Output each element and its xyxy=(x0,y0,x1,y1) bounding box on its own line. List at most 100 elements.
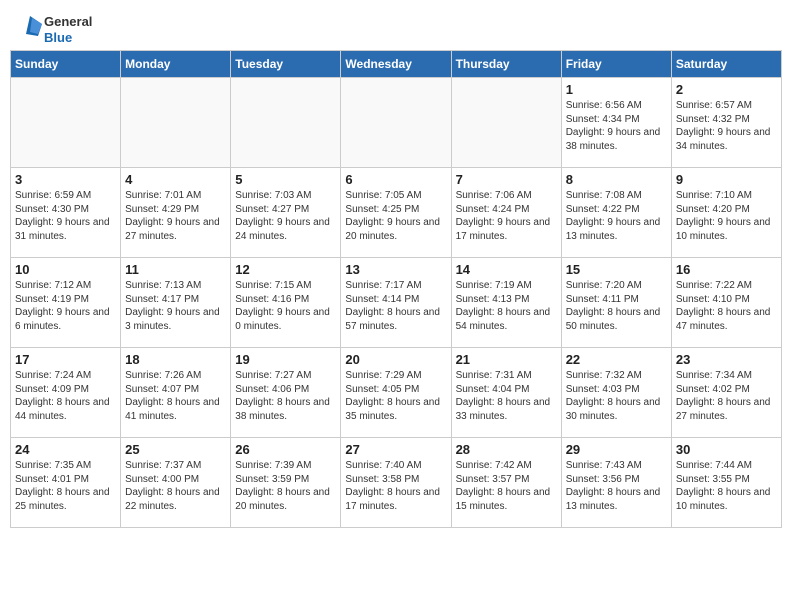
day-info: Sunrise: 7:32 AM Sunset: 4:03 PM Dayligh… xyxy=(566,369,667,423)
day-cell: 15 Sunrise: 7:20 AM Sunset: 4:11 PM Dayli… xyxy=(561,258,671,348)
day-cell: 26 Sunrise: 7:39 AM Sunset: 3:59 PM Dayli… xyxy=(231,438,341,528)
day-info: Sunrise: 7:24 AM Sunset: 4:09 PM Dayligh… xyxy=(15,369,116,423)
day-cell: 5 Sunrise: 7:03 AM Sunset: 4:27 PM Daylig… xyxy=(231,168,341,258)
header-cell-thursday: Thursday xyxy=(451,51,561,78)
day-cell: 22 Sunrise: 7:32 AM Sunset: 4:03 PM Dayli… xyxy=(561,348,671,438)
day-number: 17 xyxy=(15,352,116,367)
header-cell-sunday: Sunday xyxy=(11,51,121,78)
day-cell xyxy=(121,78,231,168)
day-cell: 19Sunrise: 7:27 AM Sunset: 4:06 PM Dayli… xyxy=(231,348,341,438)
day-number: 8 xyxy=(566,172,667,187)
week-row-0: 1 Sunrise: 6:56 AM Sunset: 4:34 PM Daylig… xyxy=(11,78,782,168)
day-cell: 30 Sunrise: 7:44 AM Sunset: 3:55 PM Dayli… xyxy=(671,438,781,528)
day-info: Sunrise: 7:22 AM Sunset: 4:10 PM Dayligh… xyxy=(676,279,777,333)
day-number: 26 xyxy=(235,442,336,457)
day-number: 23 xyxy=(676,352,777,367)
day-number: 15 xyxy=(566,262,667,277)
day-cell: 25 Sunrise: 7:37 AM Sunset: 4:00 PM Dayli… xyxy=(121,438,231,528)
day-number: 28 xyxy=(456,442,557,457)
header-cell-saturday: Saturday xyxy=(671,51,781,78)
day-number: 3 xyxy=(15,172,116,187)
day-info: Sunrise: 7:39 AM Sunset: 3:59 PM Dayligh… xyxy=(235,459,336,513)
day-info: Sunrise: 7:31 AM Sunset: 4:04 PM Dayligh… xyxy=(456,369,557,423)
day-cell: 17 Sunrise: 7:24 AM Sunset: 4:09 PM Dayli… xyxy=(11,348,121,438)
day-info: Sunrise: 7:40 AM Sunset: 3:58 PM Dayligh… xyxy=(345,459,446,513)
day-cell xyxy=(341,78,451,168)
week-row-2: 10 Sunrise: 7:12 AM Sunset: 4:19 PM Dayli… xyxy=(11,258,782,348)
day-info: Sunrise: 7:35 AM Sunset: 4:01 PM Dayligh… xyxy=(15,459,116,513)
day-info: Sunrise: 6:57 AM Sunset: 4:32 PM Dayligh… xyxy=(676,99,777,153)
day-cell xyxy=(451,78,561,168)
day-cell: 29 Sunrise: 7:43 AM Sunset: 3:56 PM Dayli… xyxy=(561,438,671,528)
day-info: Sunrise: 7:08 AM Sunset: 4:22 PM Dayligh… xyxy=(566,189,667,243)
day-info: Sunrise: 7:06 AM Sunset: 4:24 PM Dayligh… xyxy=(456,189,557,243)
day-info: Sunrise: 7:43 AM Sunset: 3:56 PM Dayligh… xyxy=(566,459,667,513)
header-cell-friday: Friday xyxy=(561,51,671,78)
day-info: Sunrise: 7:44 AM Sunset: 3:55 PM Dayligh… xyxy=(676,459,777,513)
day-info: Sunrise: 7:12 AM Sunset: 4:19 PM Dayligh… xyxy=(15,279,116,333)
header-cell-monday: Monday xyxy=(121,51,231,78)
day-cell: 28 Sunrise: 7:42 AM Sunset: 3:57 PM Dayli… xyxy=(451,438,561,528)
calendar-table: SundayMondayTuesdayWednesdayThursdayFrid… xyxy=(10,50,782,528)
week-row-1: 3 Sunrise: 6:59 AM Sunset: 4:30 PM Daylig… xyxy=(11,168,782,258)
day-info: Sunrise: 7:27 AM Sunset: 4:06 PM Dayligh… xyxy=(235,369,336,423)
day-info: Sunrise: 7:37 AM Sunset: 4:00 PM Dayligh… xyxy=(125,459,226,513)
header-cell-wednesday: Wednesday xyxy=(341,51,451,78)
day-info: Sunrise: 7:10 AM Sunset: 4:20 PM Dayligh… xyxy=(676,189,777,243)
day-number: 7 xyxy=(456,172,557,187)
day-number: 2 xyxy=(676,82,777,97)
day-number: 6 xyxy=(345,172,446,187)
logo-blue: Blue xyxy=(44,30,92,46)
week-row-4: 24Sunrise: 7:35 AM Sunset: 4:01 PM Dayli… xyxy=(11,438,782,528)
day-number: 13 xyxy=(345,262,446,277)
day-number: 21 xyxy=(456,352,557,367)
day-info: Sunrise: 7:29 AM Sunset: 4:05 PM Dayligh… xyxy=(345,369,446,423)
day-info: Sunrise: 7:03 AM Sunset: 4:27 PM Dayligh… xyxy=(235,189,336,243)
day-cell: 1 Sunrise: 6:56 AM Sunset: 4:34 PM Daylig… xyxy=(561,78,671,168)
day-cell: 4 Sunrise: 7:01 AM Sunset: 4:29 PM Daylig… xyxy=(121,168,231,258)
day-cell: 9 Sunrise: 7:10 AM Sunset: 4:20 PM Daylig… xyxy=(671,168,781,258)
day-number: 12 xyxy=(235,262,336,277)
day-info: Sunrise: 7:01 AM Sunset: 4:29 PM Dayligh… xyxy=(125,189,226,243)
header: General Blue xyxy=(10,10,782,46)
day-cell: 6 Sunrise: 7:05 AM Sunset: 4:25 PM Daylig… xyxy=(341,168,451,258)
day-info: Sunrise: 6:56 AM Sunset: 4:34 PM Dayligh… xyxy=(566,99,667,153)
header-cell-tuesday: Tuesday xyxy=(231,51,341,78)
calendar-body: 1 Sunrise: 6:56 AM Sunset: 4:34 PM Daylig… xyxy=(11,78,782,528)
day-cell: 20 Sunrise: 7:29 AM Sunset: 4:05 PM Dayli… xyxy=(341,348,451,438)
day-info: Sunrise: 7:20 AM Sunset: 4:11 PM Dayligh… xyxy=(566,279,667,333)
day-cell: 2 Sunrise: 6:57 AM Sunset: 4:32 PM Daylig… xyxy=(671,78,781,168)
day-cell: 23Sunrise: 7:34 AM Sunset: 4:02 PM Dayli… xyxy=(671,348,781,438)
day-number: 10 xyxy=(15,262,116,277)
logo-general: General xyxy=(44,14,92,30)
day-number: 16 xyxy=(676,262,777,277)
week-row-3: 17 Sunrise: 7:24 AM Sunset: 4:09 PM Dayli… xyxy=(11,348,782,438)
day-cell xyxy=(231,78,341,168)
day-info: Sunrise: 7:05 AM Sunset: 4:25 PM Dayligh… xyxy=(345,189,446,243)
day-number: 11 xyxy=(125,262,226,277)
day-number: 1 xyxy=(566,82,667,97)
day-info: Sunrise: 7:42 AM Sunset: 3:57 PM Dayligh… xyxy=(456,459,557,513)
header-row: SundayMondayTuesdayWednesdayThursdayFrid… xyxy=(11,51,782,78)
day-number: 20 xyxy=(345,352,446,367)
day-number: 14 xyxy=(456,262,557,277)
day-number: 22 xyxy=(566,352,667,367)
day-cell: 16 Sunrise: 7:22 AM Sunset: 4:10 PM Dayli… xyxy=(671,258,781,348)
logo-svg xyxy=(10,14,42,46)
day-cell: 14Sunrise: 7:19 AM Sunset: 4:13 PM Dayli… xyxy=(451,258,561,348)
day-cell: 10 Sunrise: 7:12 AM Sunset: 4:19 PM Dayli… xyxy=(11,258,121,348)
day-number: 25 xyxy=(125,442,226,457)
day-number: 27 xyxy=(345,442,446,457)
day-info: Sunrise: 6:59 AM Sunset: 4:30 PM Dayligh… xyxy=(15,189,116,243)
day-cell: 12Sunrise: 7:15 AM Sunset: 4:16 PM Dayli… xyxy=(231,258,341,348)
day-cell: 27 Sunrise: 7:40 AM Sunset: 3:58 PM Dayli… xyxy=(341,438,451,528)
logo: General Blue xyxy=(10,14,92,46)
day-number: 9 xyxy=(676,172,777,187)
day-cell xyxy=(11,78,121,168)
day-cell: 21 Sunrise: 7:31 AM Sunset: 4:04 PM Dayli… xyxy=(451,348,561,438)
day-cell: 3 Sunrise: 6:59 AM Sunset: 4:30 PM Daylig… xyxy=(11,168,121,258)
day-number: 5 xyxy=(235,172,336,187)
day-number: 30 xyxy=(676,442,777,457)
day-number: 29 xyxy=(566,442,667,457)
day-number: 4 xyxy=(125,172,226,187)
